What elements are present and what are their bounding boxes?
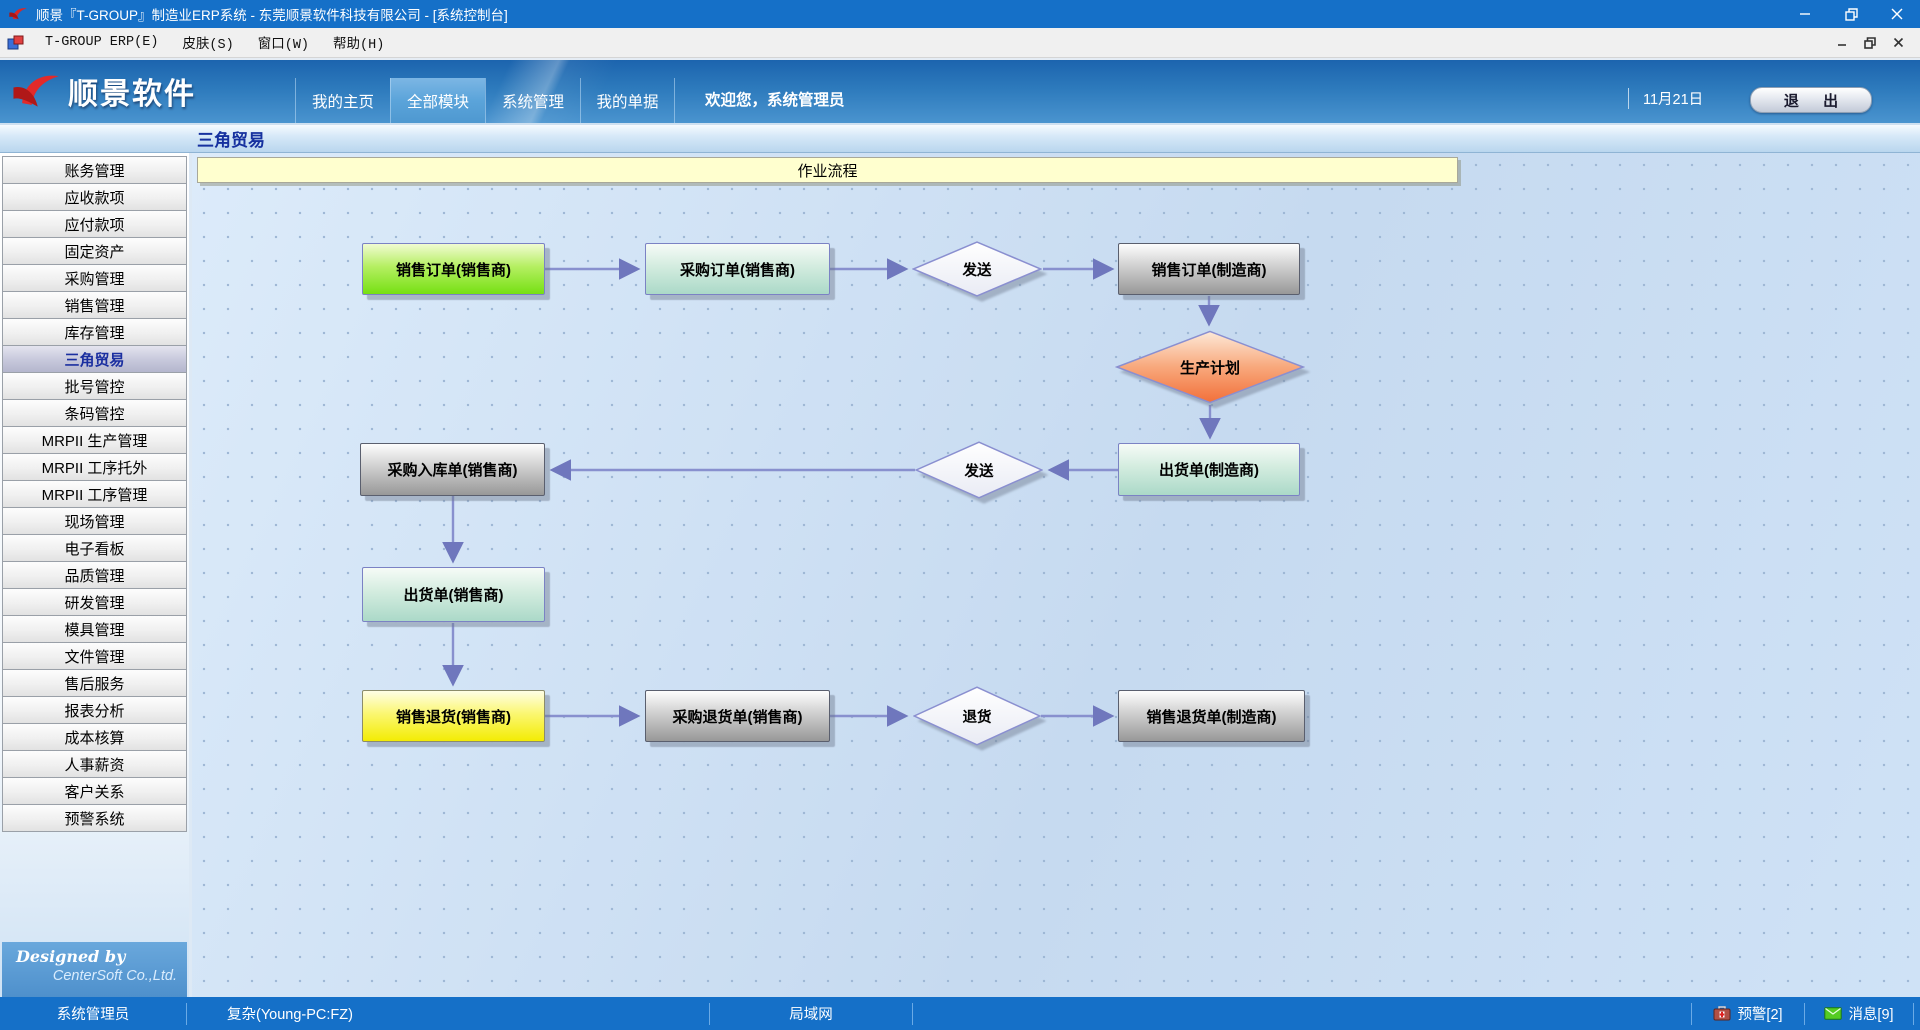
status-alerts[interactable]: 预警[2] — [1692, 1003, 1804, 1025]
window-title: 顺景『T-GROUP』制造业ERP系统 - 东莞顺景软件科技有限公司 - [系统… — [36, 4, 508, 24]
restore-icon — [1864, 37, 1876, 49]
decision-label: 退货 — [963, 706, 992, 727]
designed-by-panel: Designed by CenterSoft Co.,Ltd. — [2, 942, 187, 997]
sidebar-item[interactable]: 文件管理 — [2, 642, 187, 670]
flow-node-purchase-order-seller[interactable]: 采购订单(销售商) — [645, 243, 830, 295]
flow-decision-return[interactable]: 退货 — [913, 686, 1041, 746]
flow-node-shipment-manufacturer[interactable]: 出货单(制造商) — [1118, 443, 1300, 496]
window-titlebar: 顺景『T-GROUP』制造业ERP系统 - 东莞顺景软件科技有限公司 - [系统… — [0, 0, 1920, 28]
tab-my-documents[interactable]: 我的单据 — [580, 78, 675, 123]
window-minimize-button[interactable] — [1782, 0, 1828, 28]
flow-node-sales-return-seller[interactable]: 销售退货(销售商) — [362, 690, 545, 742]
mdi-close-button[interactable] — [1884, 32, 1912, 54]
tab-system-management[interactable]: 系统管理 — [485, 78, 580, 123]
designed-by-label: Designed by — [16, 947, 177, 966]
menu-item-skin[interactable]: 皮肤(S) — [170, 28, 245, 57]
flow-node-shipment-seller[interactable]: 出货单(销售商) — [362, 567, 545, 622]
sidebar-item[interactable]: 报表分析 — [2, 696, 187, 724]
status-bar: 系统管理员 复杂(Young-PC:FZ) 局域网 预警[2] 消息[9] — [0, 997, 1920, 1030]
sidebar-item-selected[interactable]: 三角贸易 — [2, 345, 187, 373]
status-user: 系统管理员 — [0, 1003, 186, 1025]
sidebar-item[interactable]: 库存管理 — [2, 318, 187, 346]
sidebar-item[interactable]: 客户关系 — [2, 777, 187, 805]
menu-item-tgroup-erp[interactable]: T-GROUP ERP(E) — [33, 28, 170, 57]
message-envelope-icon — [1824, 1006, 1842, 1021]
sidebar-item[interactable]: 销售管理 — [2, 291, 187, 319]
company-label: CenterSoft Co.,Ltd. — [16, 968, 177, 984]
flow-node-sales-return-manufacturer[interactable]: 销售退货单(制造商) — [1118, 690, 1305, 742]
app-header: 顺景软件 我的主页 全部模块 系统管理 我的单据 欢迎您，系统管理员 11月21… — [0, 58, 1920, 125]
window-restore-button[interactable] — [1828, 0, 1874, 28]
sidebar-item[interactable]: 模具管理 — [2, 615, 187, 643]
status-separator — [1913, 1003, 1914, 1025]
flow-decision-send-2[interactable]: 发送 — [915, 441, 1043, 499]
header-tabs: 我的主页 全部模块 系统管理 我的单据 — [295, 78, 675, 123]
sidebar-item[interactable]: 电子看板 — [2, 534, 187, 562]
content-area: 账务管理 应收款项 应付款项 固定资产 采购管理 销售管理 库存管理 三角贸易 … — [0, 153, 1920, 997]
sidebar-item[interactable]: 账务管理 — [2, 156, 187, 184]
messages-label: 消息[9] — [1848, 1003, 1893, 1024]
decision-label: 发送 — [965, 460, 994, 481]
status-separator — [912, 1003, 913, 1025]
workflow-canvas: 作业流程 销售订单(销售商) 采购订单(销售商) 发送 销售订单(制造商) 生产… — [192, 153, 1920, 997]
sidebar-item[interactable]: MRPII 工序托外 — [2, 453, 187, 481]
app-logo-icon — [8, 4, 28, 24]
tab-my-home[interactable]: 我的主页 — [295, 78, 390, 123]
sidebar-item[interactable]: MRPII 生产管理 — [2, 426, 187, 454]
sidebar-item[interactable]: 应收款项 — [2, 183, 187, 211]
sidebar-item[interactable]: MRPII 工序管理 — [2, 480, 187, 508]
alerts-label: 预警[2] — [1737, 1003, 1782, 1024]
flow-decision-send-1[interactable]: 发送 — [912, 241, 1042, 297]
sidebar-item[interactable]: 售后服务 — [2, 669, 187, 697]
menu-item-window[interactable]: 窗口(W) — [246, 28, 321, 57]
window-close-button[interactable] — [1874, 0, 1920, 28]
status-messages[interactable]: 消息[9] — [1805, 1003, 1913, 1025]
flow-decision-production-plan[interactable]: 生产计划 — [1115, 330, 1305, 404]
restore-icon — [1845, 8, 1858, 21]
workflow-banner: 作业流程 — [197, 157, 1458, 183]
current-module-title: 三角贸易 — [197, 126, 265, 151]
sidebar-item-list: 账务管理 应收款项 应付款项 固定资产 采购管理 销售管理 库存管理 三角贸易 … — [0, 153, 189, 832]
sidebar-item[interactable]: 品质管理 — [2, 561, 187, 589]
welcome-text: 欢迎您，系统管理员 — [705, 88, 845, 110]
brand-name: 顺景软件 — [68, 69, 196, 113]
close-icon — [1893, 37, 1904, 48]
sidebar-item[interactable]: 条码管控 — [2, 399, 187, 427]
sidebar-item[interactable]: 现场管理 — [2, 507, 187, 535]
status-network: 局域网 — [710, 1003, 912, 1025]
exit-button[interactable]: 退 出 — [1750, 87, 1872, 113]
mdi-minimize-button[interactable] — [1828, 32, 1856, 54]
sidebar-item[interactable]: 人事薪资 — [2, 750, 187, 778]
status-computer: 复杂(Young-PC:FZ) — [187, 1003, 709, 1025]
breadcrumb-bar: 三角贸易 — [0, 125, 1920, 153]
sidebar-item[interactable]: 成本核算 — [2, 723, 187, 751]
menu-bar: T-GROUP ERP(E) 皮肤(S) 窗口(W) 帮助(H) — [0, 28, 1920, 58]
tab-all-modules[interactable]: 全部模块 — [390, 78, 485, 123]
module-sidebar: 账务管理 应收款项 应付款项 固定资产 采购管理 销售管理 库存管理 三角贸易 … — [0, 153, 192, 997]
close-icon — [1891, 8, 1903, 20]
sidebar-item[interactable]: 研发管理 — [2, 588, 187, 616]
sidebar-item[interactable]: 采购管理 — [2, 264, 187, 292]
sidebar-item[interactable]: 批号管控 — [2, 372, 187, 400]
sidebar-item[interactable]: 预警系统 — [2, 804, 187, 832]
brand-swoosh-icon — [10, 68, 62, 114]
flow-node-sales-order-manufacturer[interactable]: 销售订单(制造商) — [1118, 243, 1300, 295]
header-date: 11月21日 — [1628, 88, 1703, 109]
sidebar-item[interactable]: 应付款项 — [2, 210, 187, 238]
minimize-icon — [1799, 8, 1811, 20]
mdi-restore-button[interactable] — [1856, 32, 1884, 54]
minimize-icon — [1837, 37, 1848, 48]
sidebar-item[interactable]: 固定资产 — [2, 237, 187, 265]
menu-item-help[interactable]: 帮助(H) — [321, 28, 396, 57]
flow-node-purchase-receipt-seller[interactable]: 采购入库单(销售商) — [360, 443, 545, 496]
brand-logo: 顺景软件 — [10, 68, 196, 114]
mdi-document-icon — [7, 35, 24, 50]
decision-label: 发送 — [963, 259, 992, 280]
alert-kit-icon — [1713, 1006, 1731, 1021]
flow-node-sales-order-seller[interactable]: 销售订单(销售商) — [362, 243, 545, 295]
flow-node-purchase-return-seller[interactable]: 采购退货单(销售商) — [645, 690, 830, 742]
decision-label: 生产计划 — [1180, 357, 1240, 378]
